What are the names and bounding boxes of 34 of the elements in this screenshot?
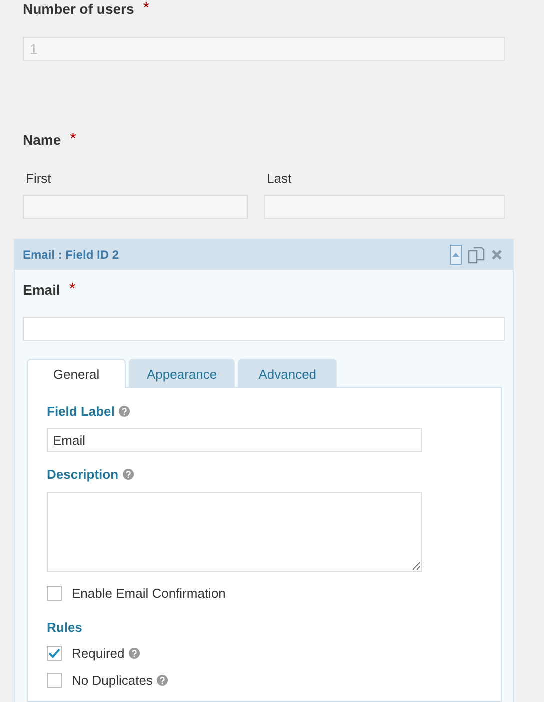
checkbox[interactable] xyxy=(47,646,62,661)
duplicate-icon[interactable] xyxy=(468,246,485,264)
field-label: Email xyxy=(23,282,60,298)
subfield-label: Last xyxy=(267,171,293,186)
name-input[interactable] xyxy=(23,195,248,219)
help-icon[interactable] xyxy=(122,469,134,480)
subfield-label: First xyxy=(26,171,52,186)
section-heading: Rules xyxy=(47,620,82,635)
tab[interactable]: General xyxy=(27,359,126,388)
tab[interactable]: Advanced xyxy=(238,359,338,388)
help-icon[interactable] xyxy=(156,675,168,686)
label-input[interactable]: Email xyxy=(47,428,422,452)
help-icon[interactable] xyxy=(128,648,140,659)
checkbox[interactable] xyxy=(47,673,62,688)
name-input[interactable] xyxy=(264,195,505,219)
required-mark: * xyxy=(143,0,150,18)
field-label: Name xyxy=(23,132,62,148)
card-title: Email : Field ID 2 xyxy=(23,248,120,262)
checkbox[interactable] xyxy=(47,586,62,601)
checkbox-label: Enable Email Confirmation xyxy=(72,586,226,601)
checkbox-label: No Duplicates xyxy=(72,673,153,688)
description-textarea[interactable] xyxy=(47,492,422,572)
setting-label: Field Label xyxy=(47,404,115,419)
field-label: Number of users xyxy=(23,1,134,17)
email-input[interactable] xyxy=(23,317,505,341)
help-icon[interactable] xyxy=(118,406,130,417)
number-input[interactable]: 1 xyxy=(23,37,505,61)
close-icon[interactable] xyxy=(491,249,503,261)
required-mark: * xyxy=(69,281,76,299)
setting-label: Description xyxy=(47,467,119,482)
tab[interactable]: Appearance xyxy=(129,359,236,388)
required-mark: * xyxy=(70,131,76,149)
checkbox-label: Required xyxy=(72,646,125,661)
collapse-icon[interactable] xyxy=(450,245,462,265)
